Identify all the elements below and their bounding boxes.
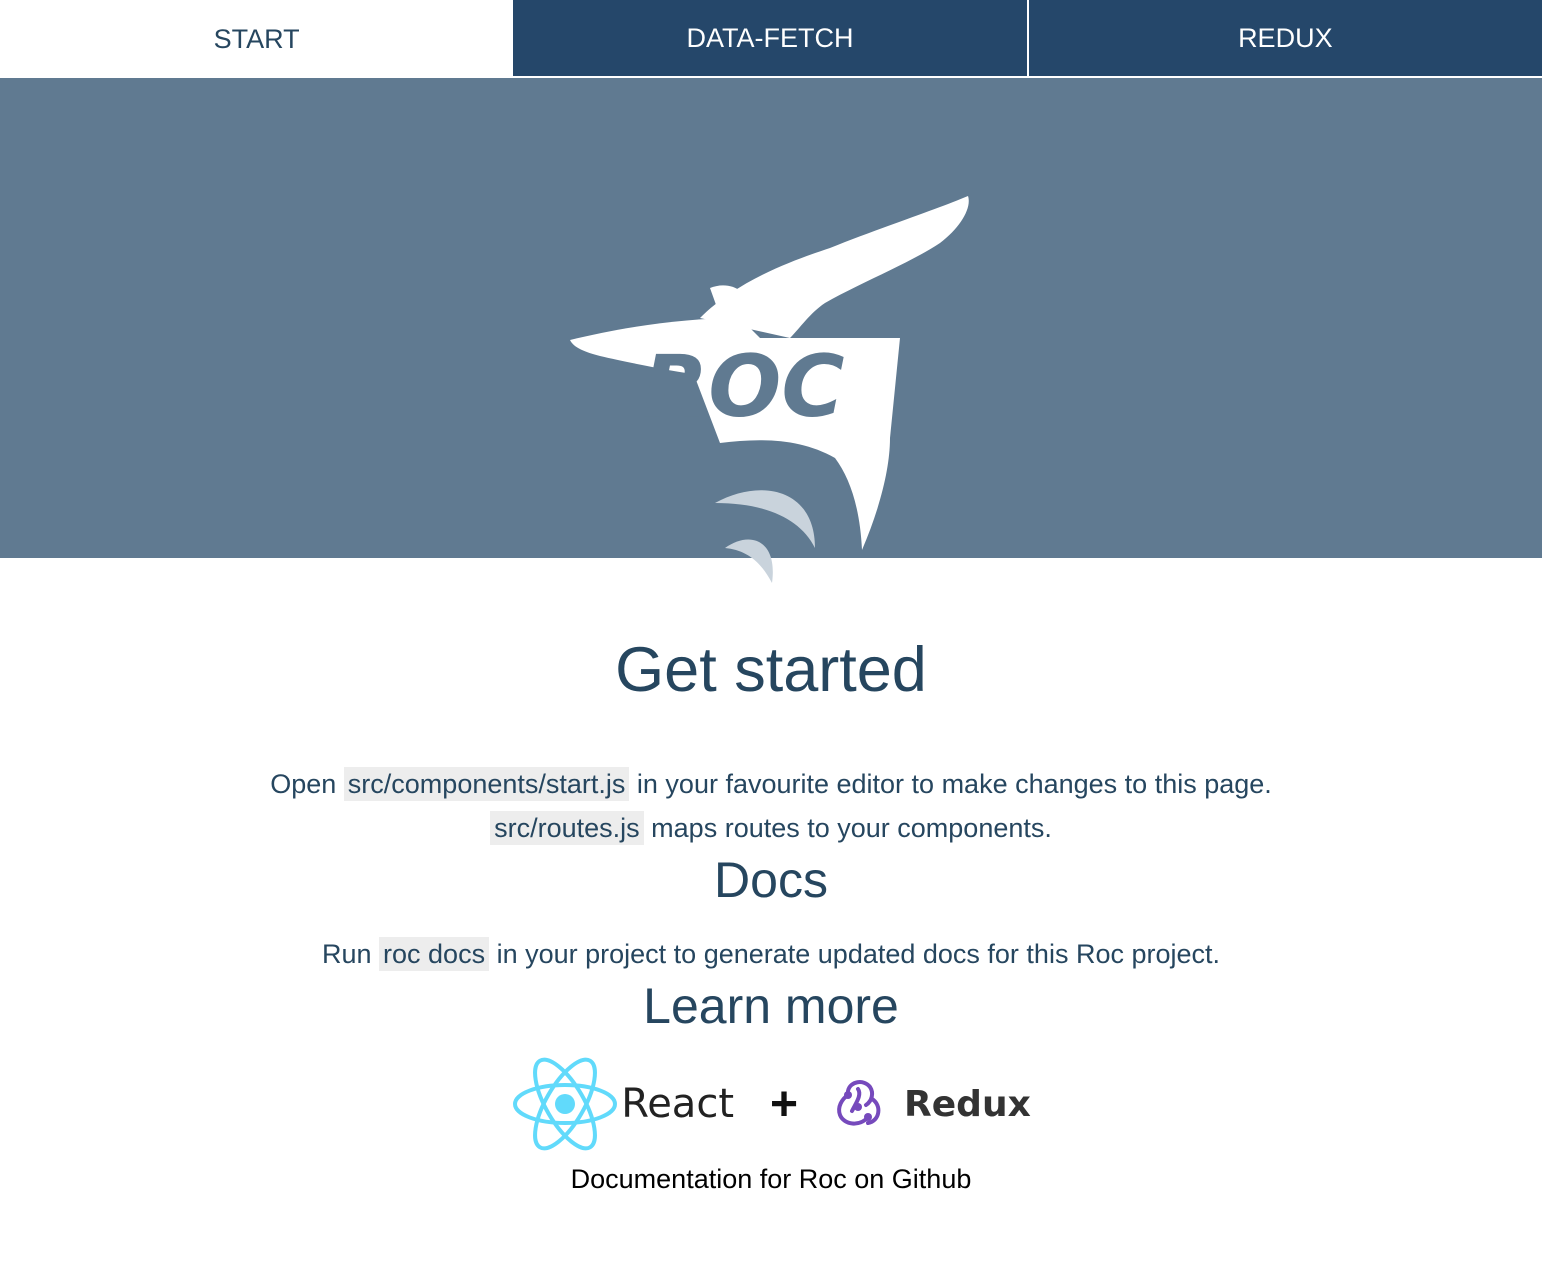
roc-logo-text: ROC	[642, 337, 844, 437]
react-logo-icon	[513, 1057, 618, 1151]
tab-redux[interactable]: REDUX	[1026, 0, 1542, 78]
tab-redux-label: REDUX	[1238, 22, 1333, 53]
code-roc-docs: roc docs	[379, 937, 490, 971]
intro-line-1: Open src/components/start.js in your fav…	[0, 762, 1542, 806]
nav-tabs: START DATA-FETCH REDUX	[0, 0, 1542, 78]
roc-logo: ROC	[570, 196, 969, 583]
code-start-path: src/components/start.js	[343, 767, 630, 801]
code-routes-path: src/routes.js	[490, 811, 644, 845]
github-docs-link[interactable]: Documentation for Roc on Github	[571, 1164, 972, 1195]
learn-more-heading: Learn more	[643, 978, 899, 1034]
tab-start-label: START	[213, 23, 300, 54]
docs-suffix: in your project to generate updated docs…	[496, 939, 1221, 969]
tab-data-fetch-label: DATA-FETCH	[686, 22, 854, 53]
react-label: React	[621, 1081, 734, 1127]
intro-prefix: Open	[270, 769, 337, 799]
page-title: Get started	[615, 635, 927, 705]
redux-logo-icon	[837, 1080, 881, 1126]
intro-suffix: in your favourite editor to make changes…	[636, 769, 1272, 799]
tab-data-fetch[interactable]: DATA-FETCH	[513, 0, 1027, 78]
tech-logos: React + Redux	[0, 1054, 1542, 1154]
intro-line-2: src/routes.js maps routes to your compon…	[0, 806, 1542, 850]
docs-heading: Docs	[714, 852, 828, 908]
docs-prefix: Run	[321, 939, 372, 969]
docs-line: Run roc docs in your project to generate…	[0, 932, 1542, 976]
plus-sign: +	[770, 1077, 799, 1131]
redux-label: Redux	[904, 1083, 1031, 1125]
main-content: Get started Open src/components/start.js…	[0, 634, 1542, 1195]
hero-banner: ROC	[0, 78, 1542, 583]
intro-line-2-suffix: maps routes to your components.	[651, 813, 1052, 843]
tab-start[interactable]: START	[0, 0, 514, 78]
